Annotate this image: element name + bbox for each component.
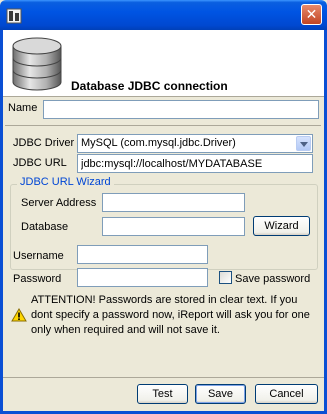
server-address-label: Server Address — [21, 197, 97, 209]
wizard-button[interactable]: Wizard — [253, 216, 310, 236]
name-input[interactable] — [43, 100, 319, 119]
name-label: Name — [8, 102, 38, 114]
window-frame: Database JDBC connection Name JDBC Drive… — [0, 30, 327, 414]
username-label: Username — [13, 250, 64, 262]
close-button[interactable]: ✕ — [301, 4, 322, 25]
dialog-body: Database JDBC connection Name JDBC Drive… — [3, 30, 324, 411]
database-icon — [12, 37, 62, 91]
jdbc-url-wizard-title: JDBC URL Wizard — [17, 176, 114, 188]
jdbc-driver-label: JDBC Driver — [13, 137, 75, 149]
dialog-title: Database JDBC connection — [71, 79, 228, 93]
chevron-down-icon[interactable] — [296, 136, 311, 151]
password-input[interactable] — [77, 268, 208, 287]
database-input[interactable] — [102, 217, 245, 236]
title-bar: ✕ — [0, 0, 327, 30]
database-label: Database — [21, 221, 69, 233]
server-address-input[interactable] — [102, 193, 245, 212]
cancel-button[interactable]: Cancel — [255, 384, 318, 404]
attention-message: ATTENTION! Passwords are stored in clear… — [31, 294, 310, 336]
jdbc-driver-value: MySQL (com.mysql.jdbc.Driver) — [81, 137, 236, 149]
warning-icon — [11, 308, 27, 322]
separator — [3, 377, 324, 378]
dialog-header: Database JDBC connection — [3, 30, 324, 97]
test-button[interactable]: Test — [137, 384, 188, 404]
username-input[interactable] — [77, 245, 208, 264]
save-password-label[interactable]: Save password — [235, 273, 310, 285]
separator — [5, 125, 321, 126]
app-icon — [6, 8, 22, 24]
save-button[interactable]: Save — [195, 384, 246, 404]
jdbc-url-input[interactable] — [77, 154, 313, 173]
password-label: Password — [13, 273, 62, 285]
jdbc-driver-select[interactable]: MySQL (com.mysql.jdbc.Driver) — [77, 134, 313, 153]
save-password-checkbox[interactable] — [219, 271, 232, 284]
jdbc-url-label: JDBC URL — [13, 157, 67, 169]
